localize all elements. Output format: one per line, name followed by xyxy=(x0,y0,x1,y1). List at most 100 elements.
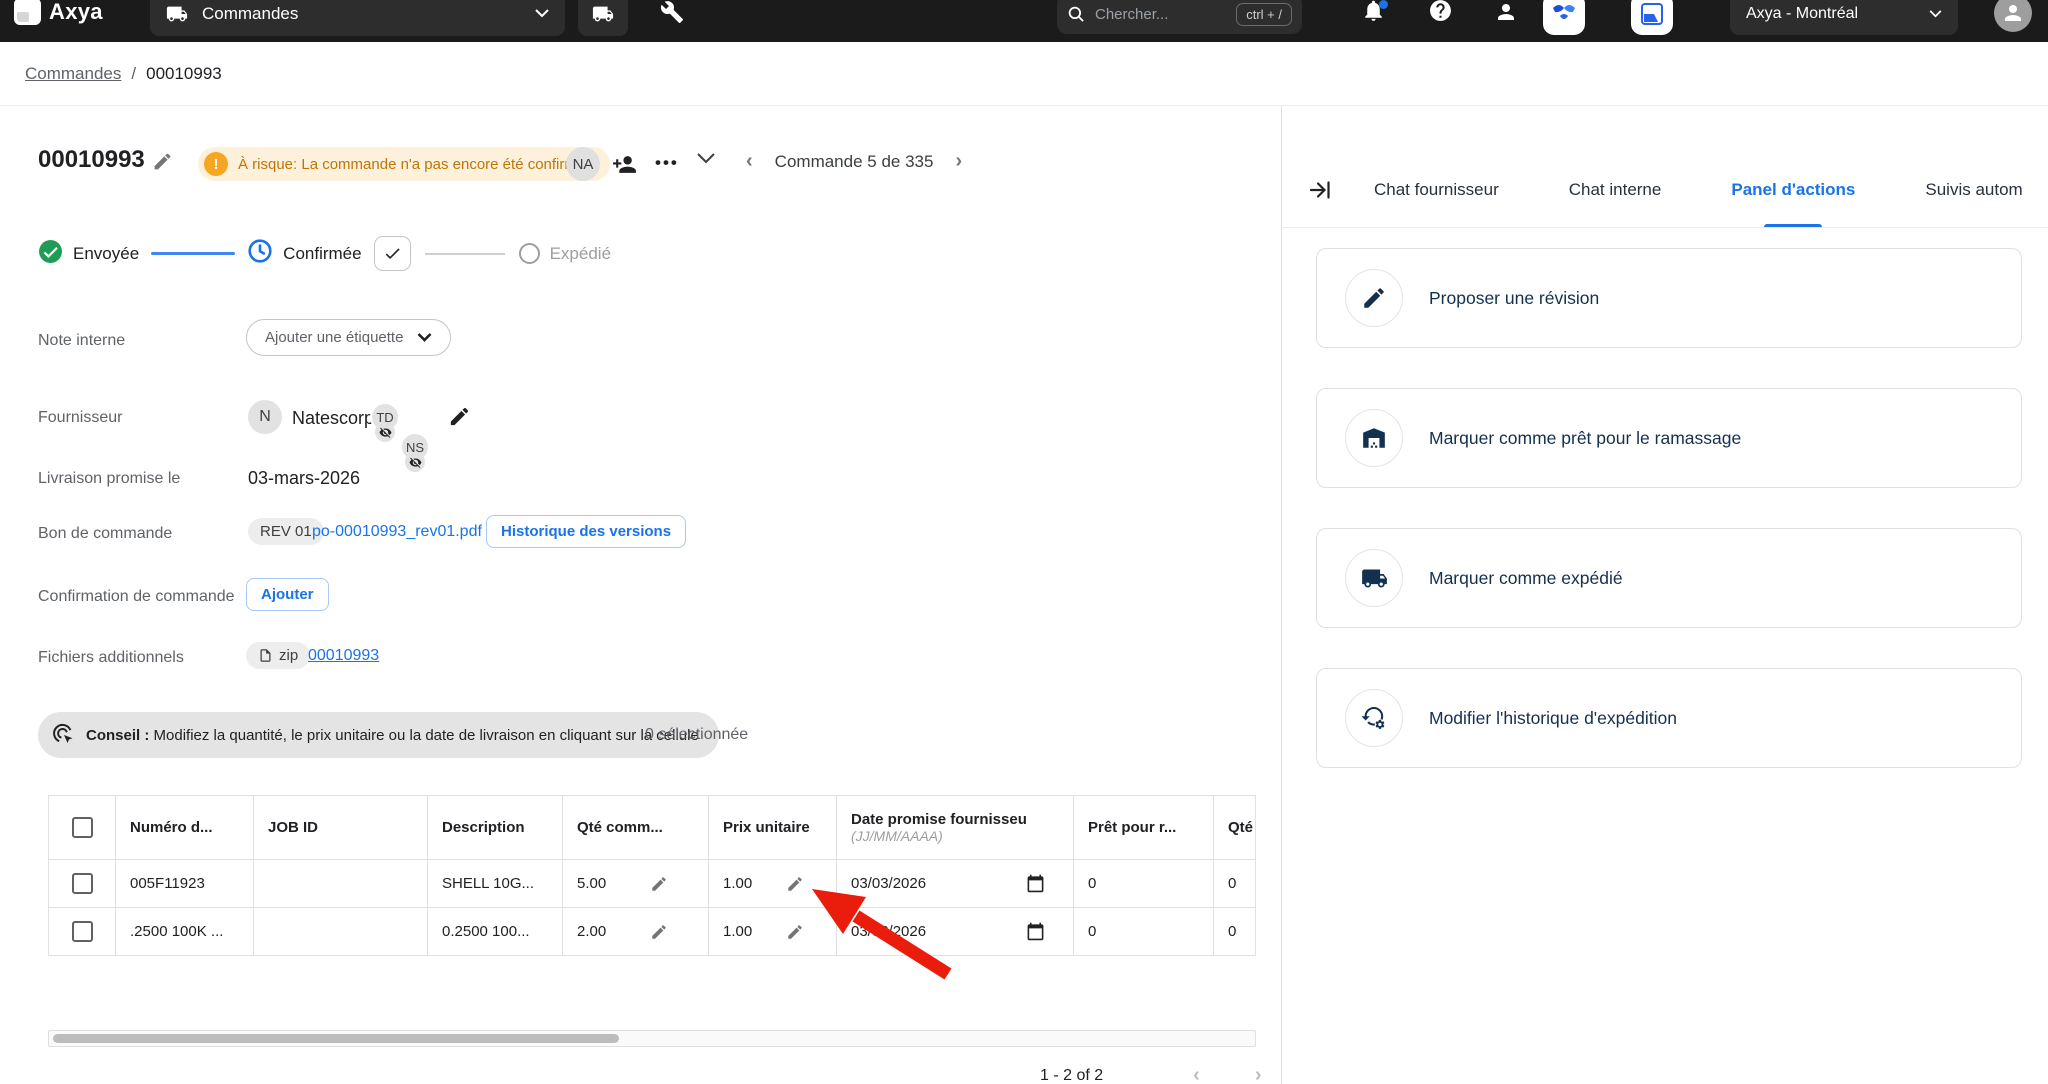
collapse-header-icon[interactable] xyxy=(697,152,715,170)
user-avatar[interactable] xyxy=(1994,0,2032,32)
more-menu[interactable]: ••• xyxy=(655,153,679,173)
prev-page-icon[interactable]: ‹ xyxy=(1193,1064,1200,1084)
cell-numero[interactable]: .2500 100K ... xyxy=(116,908,254,955)
stepper-connector xyxy=(151,252,235,255)
cell-prix[interactable]: 1.00 xyxy=(709,908,837,955)
calendar-icon[interactable] xyxy=(1026,874,1045,893)
select-all-checkbox[interactable] xyxy=(72,817,93,838)
tab-chat-fournisseur[interactable]: Chat fournisseur xyxy=(1374,152,1499,228)
contact-avatar-td[interactable]: TD xyxy=(370,402,400,432)
cell-pret[interactable]: 0 xyxy=(1074,860,1214,907)
cell-job-id[interactable] xyxy=(254,908,428,955)
notifications-icon[interactable] xyxy=(1361,0,1386,23)
prev-order-icon[interactable]: ‹ xyxy=(746,150,753,173)
col-numero[interactable]: Numéro d... xyxy=(116,796,254,859)
cell-date[interactable]: 03/03/2026 xyxy=(837,860,1074,907)
search-input[interactable]: Chercher... ctrl + / xyxy=(1057,0,1302,34)
cell-numero[interactable]: 005F11923 xyxy=(116,860,254,907)
add-tag-dropdown[interactable]: Ajouter une étiquette xyxy=(246,319,451,356)
app-logo[interactable]: Axya xyxy=(14,0,103,25)
tip-bold: Conseil : xyxy=(86,727,149,744)
action-ready-pickup[interactable]: Marquer comme prêt pour le ramassage xyxy=(1316,388,2022,488)
col-pret[interactable]: Prêt pour r... xyxy=(1074,796,1214,859)
version-history-button[interactable]: Historique des versions xyxy=(486,515,686,548)
risk-badge: ! À risque: La commande n'a pas encore é… xyxy=(198,147,610,181)
assignee-avatar[interactable]: NA xyxy=(566,147,600,181)
col-job-id[interactable]: JOB ID xyxy=(254,796,428,859)
cell-qte[interactable]: 5.00 xyxy=(563,860,709,907)
nav-module-label: Commandes xyxy=(202,4,298,24)
po-pdf-link[interactable]: po-00010993_rev01.pdf xyxy=(312,523,482,541)
confirmation-label: Confirmation de commande xyxy=(38,588,235,606)
cell-job-id[interactable] xyxy=(254,860,428,907)
bon-commande-label: Bon de commande xyxy=(38,525,172,543)
col-qte[interactable]: Qté comm... xyxy=(563,796,709,859)
pencil-icon xyxy=(1345,269,1403,327)
cell-date[interactable]: 03/03/2026 xyxy=(837,908,1074,955)
chevron-down-icon xyxy=(417,333,432,342)
step-current-icon xyxy=(247,238,273,269)
line-items-table: Numéro d... JOB ID Description Qté comm.… xyxy=(48,795,1256,956)
selected-count: 0 sélectionnée xyxy=(645,726,748,744)
calendar-icon[interactable] xyxy=(1026,922,1045,941)
truck-icon xyxy=(1345,549,1403,607)
tab-panel-actions[interactable]: Panel d'actions xyxy=(1731,152,1855,228)
person-add-icon[interactable] xyxy=(612,152,637,182)
app-tile-2[interactable] xyxy=(1631,0,1673,35)
row-checkbox[interactable] xyxy=(72,873,93,894)
fournisseur-label: Fournisseur xyxy=(38,409,122,427)
col-description[interactable]: Description xyxy=(428,796,563,859)
breadcrumb-commandes-link[interactable]: Commandes xyxy=(25,64,121,84)
org-dropdown[interactable]: Axya - Montréal xyxy=(1730,0,1958,35)
tools-icon[interactable] xyxy=(660,0,684,24)
col-qte2[interactable]: Qté xyxy=(1214,796,1256,859)
blue-logo-icon xyxy=(1638,0,1666,28)
add-confirmation-button[interactable]: Ajouter xyxy=(246,578,329,611)
livraison-label: Livraison promise le xyxy=(38,470,180,488)
next-order-icon[interactable]: › xyxy=(955,150,962,173)
scrollbar-thumb[interactable] xyxy=(53,1034,619,1043)
cell-prix[interactable]: 1.00 xyxy=(709,860,837,907)
cell-description[interactable]: 0.2500 100... xyxy=(428,908,563,955)
table-pagination-label: 1 - 2 of 2 xyxy=(1040,1067,1103,1084)
col-date-promise[interactable]: Date promise fournisseu (JJ/MM/AAAA) xyxy=(837,796,1074,859)
chevron-down-icon xyxy=(535,5,549,23)
horizontal-scrollbar[interactable] xyxy=(48,1030,1256,1047)
history-gear-icon xyxy=(1345,689,1403,747)
warning-icon: ! xyxy=(204,152,228,176)
row-checkbox[interactable] xyxy=(72,921,93,942)
cell-qte2[interactable]: 0 xyxy=(1214,908,1256,955)
cell-qte[interactable]: 2.00 xyxy=(563,908,709,955)
tab-chat-interne[interactable]: Chat interne xyxy=(1569,152,1662,228)
search-shortcut: ctrl + / xyxy=(1236,3,1292,26)
quick-orders-button[interactable] xyxy=(578,0,628,36)
edit-title-icon[interactable] xyxy=(152,151,173,177)
action-propose-revision[interactable]: Proposer une révision xyxy=(1316,248,2022,348)
search-placeholder: Chercher... xyxy=(1095,6,1168,23)
edit-qty-icon[interactable] xyxy=(650,875,668,893)
chevron-down-icon xyxy=(1929,5,1942,23)
org-label: Axya - Montréal xyxy=(1746,5,1858,23)
cell-description[interactable]: SHELL 10G... xyxy=(428,860,563,907)
cell-pret[interactable]: 0 xyxy=(1074,908,1214,955)
tab-suivis-autom[interactable]: Suivis autom xyxy=(1925,152,2022,228)
action-edit-shipping-history[interactable]: Modifier l'historique d'expédition xyxy=(1316,668,2022,768)
edit-supplier-icon[interactable] xyxy=(448,405,471,433)
next-page-icon[interactable]: › xyxy=(1255,1064,1262,1084)
col-prix[interactable]: Prix unitaire xyxy=(709,796,837,859)
help-icon[interactable] xyxy=(1428,0,1453,23)
cell-qte2[interactable]: 0 xyxy=(1214,860,1256,907)
contact-avatar-ns[interactable]: NS xyxy=(400,432,430,462)
edit-price-icon[interactable] xyxy=(786,875,804,893)
confirm-step-checkbox[interactable] xyxy=(374,236,411,271)
logo-text: Axya xyxy=(49,0,103,25)
app-tile-1[interactable] xyxy=(1543,0,1585,35)
edit-qty-icon[interactable] xyxy=(650,923,668,941)
nav-module-dropdown[interactable]: Commandes xyxy=(150,0,565,36)
note-interne-label: Note interne xyxy=(38,332,125,350)
edit-price-icon[interactable] xyxy=(786,923,804,941)
zip-file-link[interactable]: 00010993 xyxy=(308,647,379,665)
collapse-panel-icon[interactable] xyxy=(1308,178,1332,202)
action-mark-shipped[interactable]: Marquer comme expédié xyxy=(1316,528,2022,628)
contacts-icon[interactable] xyxy=(1494,0,1518,24)
